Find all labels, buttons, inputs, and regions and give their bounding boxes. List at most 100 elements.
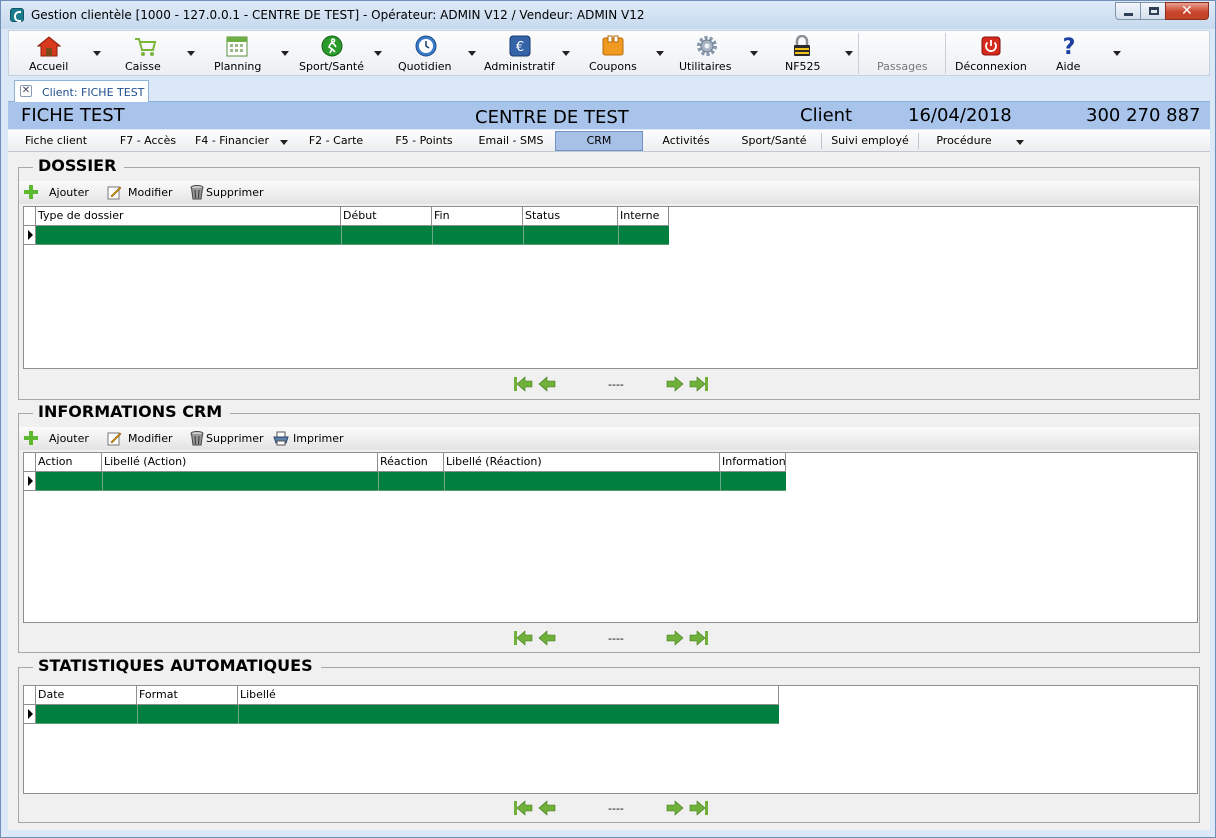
action-label: Modifier	[128, 186, 173, 199]
column-header[interactable]: Date	[36, 686, 137, 705]
tab-acces[interactable]: F7 - Accès	[104, 131, 192, 151]
client-subtabs: Fiche client F7 - Accès F4 - Financier F…	[8, 130, 1210, 152]
toolbar-aide[interactable]: ? Aide	[1039, 31, 1119, 75]
crm-print-button[interactable]: Imprimer	[273, 430, 353, 448]
toolbar-sport-sante[interactable]: Sport/Santé	[291, 31, 381, 75]
crm-section: INFORMATIONS CRM Ajouter Modifier Suppri…	[18, 402, 1200, 653]
tab-label: Client: FICHE TEST	[42, 86, 145, 99]
tab-sport-sante[interactable]: Sport/Santé	[730, 131, 818, 151]
last-page-icon[interactable]	[689, 375, 709, 393]
minimize-icon	[1124, 13, 1133, 16]
toolbar-nf525[interactable]: NF525	[761, 31, 851, 75]
last-page-icon[interactable]	[689, 629, 709, 647]
toolbar-passages[interactable]: Passages	[861, 31, 945, 75]
toolbar-utilitaires[interactable]: Utilitaires	[667, 31, 757, 75]
stats-grid[interactable]: Date Format Libellé	[23, 685, 1198, 794]
column-header[interactable]: Information	[720, 453, 786, 472]
action-label: Ajouter	[49, 186, 89, 199]
runner-icon	[321, 35, 343, 57]
dossier-delete-button[interactable]: Supprimer	[189, 184, 269, 202]
column-header[interactable]: Fin	[432, 207, 523, 226]
previous-page-icon[interactable]	[537, 375, 557, 393]
toolbar-planning-dropdown[interactable]	[281, 51, 289, 56]
toolbar-quotidien-dropdown[interactable]	[468, 51, 476, 56]
table-row[interactable]	[36, 472, 786, 491]
tab-crm[interactable]: CRM	[555, 131, 643, 151]
first-page-icon[interactable]	[513, 799, 533, 817]
next-page-icon[interactable]	[665, 799, 685, 817]
dossier-toolbar: Ajouter Modifier Supprimer	[19, 181, 1199, 204]
dossier-add-button[interactable]: Ajouter	[23, 184, 93, 202]
close-button[interactable]: ✕	[1165, 2, 1209, 20]
tab-email-sms[interactable]: Email - SMS	[468, 131, 554, 151]
maximize-button[interactable]	[1140, 2, 1166, 20]
clock-icon	[415, 35, 437, 57]
column-header[interactable]: Status	[523, 207, 618, 226]
column-header[interactable]: Début	[341, 207, 432, 226]
column-header[interactable]: Libellé (Réaction)	[444, 453, 720, 472]
title-bar[interactable]: Gestion clientèle [1000 - 127.0.0.1 - CE…	[1, 1, 1215, 29]
next-page-icon[interactable]	[665, 375, 685, 393]
tab-carte[interactable]: F2 - Carte	[292, 131, 380, 151]
table-row[interactable]	[36, 226, 669, 245]
action-label: Supprimer	[206, 186, 264, 199]
tab-client-fiche-test[interactable]: ✕ Client: FICHE TEST	[14, 80, 149, 102]
toolbar-administratif[interactable]: € Administratif	[479, 31, 569, 75]
tab-financier[interactable]: F4 - Financier	[192, 131, 272, 151]
previous-page-icon[interactable]	[537, 629, 557, 647]
toolbar-caisse[interactable]: Caisse	[109, 31, 199, 75]
toolbar-aide-dropdown[interactable]	[1113, 51, 1121, 56]
next-page-icon[interactable]	[665, 629, 685, 647]
toolbar-label: Coupons	[589, 60, 637, 73]
row-pointer-icon	[24, 705, 36, 724]
crm-edit-button[interactable]: Modifier	[106, 430, 180, 448]
close-tab-icon[interactable]: ✕	[20, 85, 32, 97]
column-header[interactable]: Action	[36, 453, 102, 472]
toolbar-accueil[interactable]: Accueil	[9, 31, 103, 75]
crm-grid[interactable]: Action Libellé (Action) Réaction Libellé…	[23, 452, 1198, 623]
crm-add-button[interactable]: Ajouter	[23, 430, 93, 448]
column-header[interactable]: Type de dossier	[36, 207, 341, 226]
crm-content: DOSSIER Ajouter Modifier Supprimer Type …	[8, 152, 1210, 830]
toolbar-administratif-dropdown[interactable]	[562, 51, 570, 56]
minimize-button[interactable]	[1115, 2, 1141, 20]
toolbar-deconnexion[interactable]: Déconnexion	[947, 31, 1033, 75]
client-phone: 300 270 887	[1086, 105, 1201, 126]
dossier-edit-button[interactable]: Modifier	[106, 184, 180, 202]
last-page-icon[interactable]	[689, 799, 709, 817]
tab-points[interactable]: F5 - Points	[380, 131, 468, 151]
table-row[interactable]	[36, 705, 779, 724]
column-header[interactable]: Libellé (Action)	[102, 453, 378, 472]
first-page-icon[interactable]	[513, 375, 533, 393]
tab-procedure[interactable]: Procédure	[920, 131, 1008, 151]
previous-page-icon[interactable]	[537, 799, 557, 817]
toolbar-coupons-dropdown[interactable]	[656, 51, 664, 56]
svg-text:?: ?	[1063, 35, 1076, 57]
dossier-grid[interactable]: Type de dossier Début Fin Status Interne	[23, 206, 1198, 369]
tab-suivi-employe[interactable]: Suivi employé	[822, 131, 918, 151]
first-page-icon[interactable]	[513, 629, 533, 647]
toolbar-accueil-dropdown[interactable]	[93, 51, 101, 56]
toolbar-utilitaires-dropdown[interactable]	[750, 51, 758, 56]
tab-fiche-client[interactable]: Fiche client	[8, 131, 104, 151]
column-header[interactable]: Réaction	[378, 453, 444, 472]
crm-delete-button[interactable]: Supprimer	[189, 430, 269, 448]
column-header[interactable]: Format	[137, 686, 238, 705]
toolbar-sport-dropdown[interactable]	[374, 51, 382, 56]
toolbar-quotidien[interactable]: Quotidien	[385, 31, 475, 75]
toolbar-coupons[interactable]: Coupons	[573, 31, 663, 75]
toolbar-planning[interactable]: Planning	[199, 31, 289, 75]
column-header[interactable]: Libellé	[238, 686, 779, 705]
procedure-dropdown-icon[interactable]	[1016, 140, 1024, 145]
toolbar-caisse-dropdown[interactable]	[187, 51, 195, 56]
financier-dropdown-icon[interactable]	[280, 140, 288, 145]
tab-activites[interactable]: Activités	[642, 131, 730, 151]
toolbar-nf525-dropdown[interactable]	[845, 51, 853, 56]
cell-divider	[102, 472, 103, 491]
cart-icon	[135, 38, 157, 56]
close-icon: ✕	[1181, 3, 1193, 19]
column-header[interactable]: Interne	[618, 207, 669, 226]
coupon-icon	[602, 35, 624, 56]
subtab-separator	[918, 133, 919, 149]
edit-icon	[107, 186, 122, 200]
